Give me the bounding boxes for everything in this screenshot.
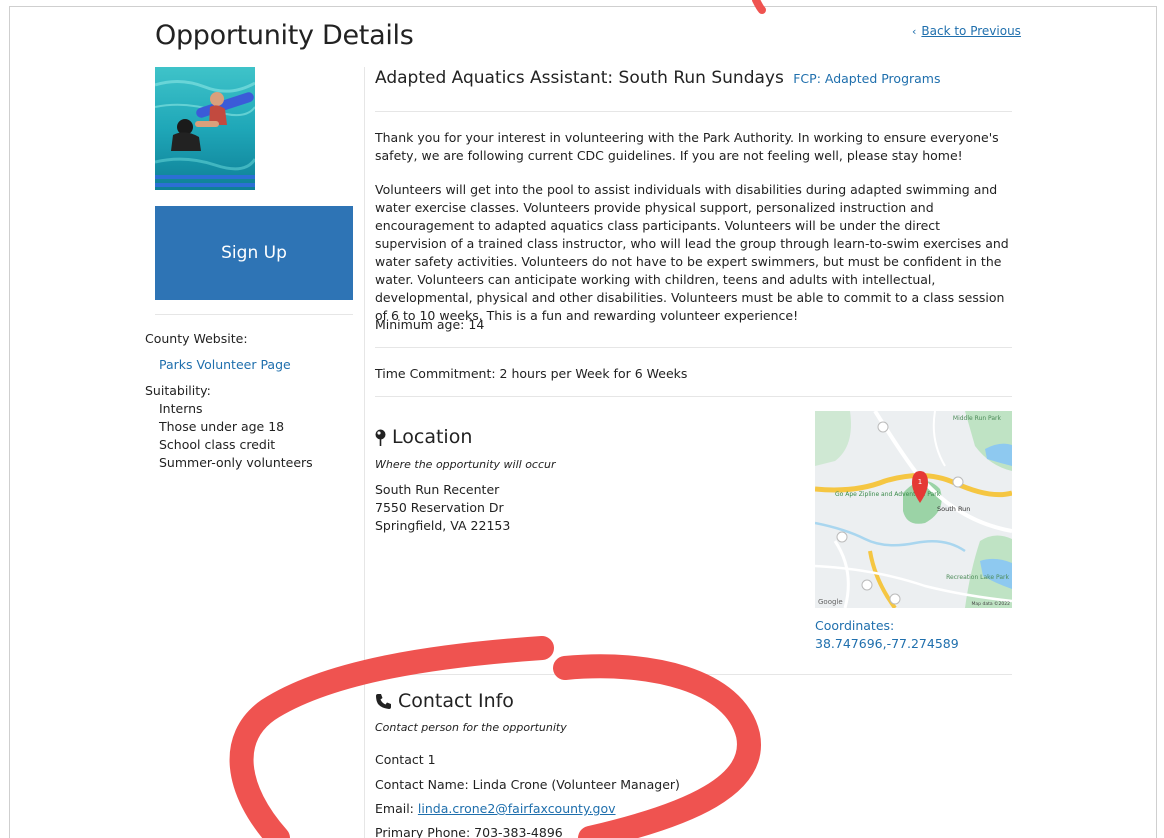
- suitability-item: Those under age 18: [159, 419, 285, 434]
- coordinates-link[interactable]: 38.747696,-77.274589: [815, 636, 959, 651]
- back-to-previous-link[interactable]: ‹ Back to Previous: [912, 24, 1021, 38]
- address-line: Springfield, VA 22153: [375, 518, 511, 533]
- suitability-label: Suitability:: [145, 383, 211, 398]
- phone-icon: [376, 693, 391, 709]
- primary-phone: Primary Phone: 703-383-4896: [375, 825, 563, 838]
- location-subtitle: Where the opportunity will occur: [375, 458, 556, 471]
- email-label: Email:: [375, 801, 414, 816]
- suitability-item: Summer-only volunteers: [159, 455, 313, 470]
- page: Opportunity Details ‹ Back to Previous S…: [0, 0, 1164, 838]
- divider: [375, 674, 1012, 675]
- divider: [375, 396, 1012, 397]
- contact-email-row: Email: linda.crone2@fairfaxcounty.gov: [375, 801, 616, 816]
- address-line: 7550 Reservation Dr: [375, 500, 504, 515]
- county-website-label: County Website:: [145, 331, 248, 346]
- coordinates-label: Coordinates:: [815, 618, 895, 633]
- map-pin-icon: [375, 429, 386, 446]
- email-link[interactable]: linda.crone2@fairfaxcounty.gov: [418, 801, 616, 816]
- contact-subtitle: Contact person for the opportunity: [375, 721, 567, 734]
- map-label: Recreation Lake Park: [946, 574, 1009, 581]
- page-title: Opportunity Details: [155, 20, 414, 51]
- minimum-age: Minimum age: 14: [375, 317, 485, 332]
- google-logo: Google: [818, 598, 843, 606]
- address-block: South Run Recenter 7550 Reservation Dr S…: [375, 481, 510, 535]
- contact-heading: Contact Info: [375, 690, 514, 712]
- map-label: Middle Run Park: [953, 415, 1002, 422]
- suitability-item: Interns: [159, 401, 203, 416]
- time-commitment: Time Commitment: 2 hours per Week for 6 …: [375, 366, 688, 381]
- map-marker-label: 1: [918, 478, 922, 486]
- opportunity-title: Adapted Aquatics Assistant: South Run Su…: [375, 68, 784, 88]
- parks-volunteer-page-link[interactable]: Parks Volunteer Page: [159, 357, 291, 372]
- opportunity-photo: [155, 67, 255, 190]
- location-heading: Location: [375, 426, 472, 448]
- sign-up-button[interactable]: Sign Up: [155, 206, 353, 300]
- suitability-item: School class credit: [159, 437, 276, 452]
- location-title: Location: [392, 426, 473, 448]
- back-link-label: Back to Previous: [921, 24, 1021, 38]
- suitability-list: Interns Those under age 18 School class …: [159, 400, 313, 472]
- divider: [375, 111, 1012, 112]
- contact-number: Contact 1: [375, 752, 436, 767]
- sidebar-divider: [155, 314, 353, 315]
- opportunity-heading: Adapted Aquatics Assistant: South Run Su…: [375, 68, 941, 88]
- column-divider: [364, 67, 365, 838]
- contact-title: Contact Info: [398, 690, 514, 712]
- map-data-attribution: Map data ©2022: [972, 600, 1011, 607]
- divider: [375, 347, 1012, 348]
- intro-paragraph: Thank you for your interest in volunteer…: [375, 130, 999, 163]
- description-paragraph: Volunteers will get into the pool to ass…: [375, 182, 1009, 323]
- category-link[interactable]: FCP: Adapted Programs: [793, 71, 940, 86]
- chevron-left-icon: ‹: [912, 25, 917, 38]
- address-line: South Run Recenter: [375, 482, 500, 497]
- map-label: South Run: [937, 505, 970, 513]
- location-map[interactable]: Middle Run Park Go Ape Zipline and Adven…: [815, 411, 1012, 608]
- contact-name: Contact Name: Linda Crone (Volunteer Man…: [375, 777, 680, 792]
